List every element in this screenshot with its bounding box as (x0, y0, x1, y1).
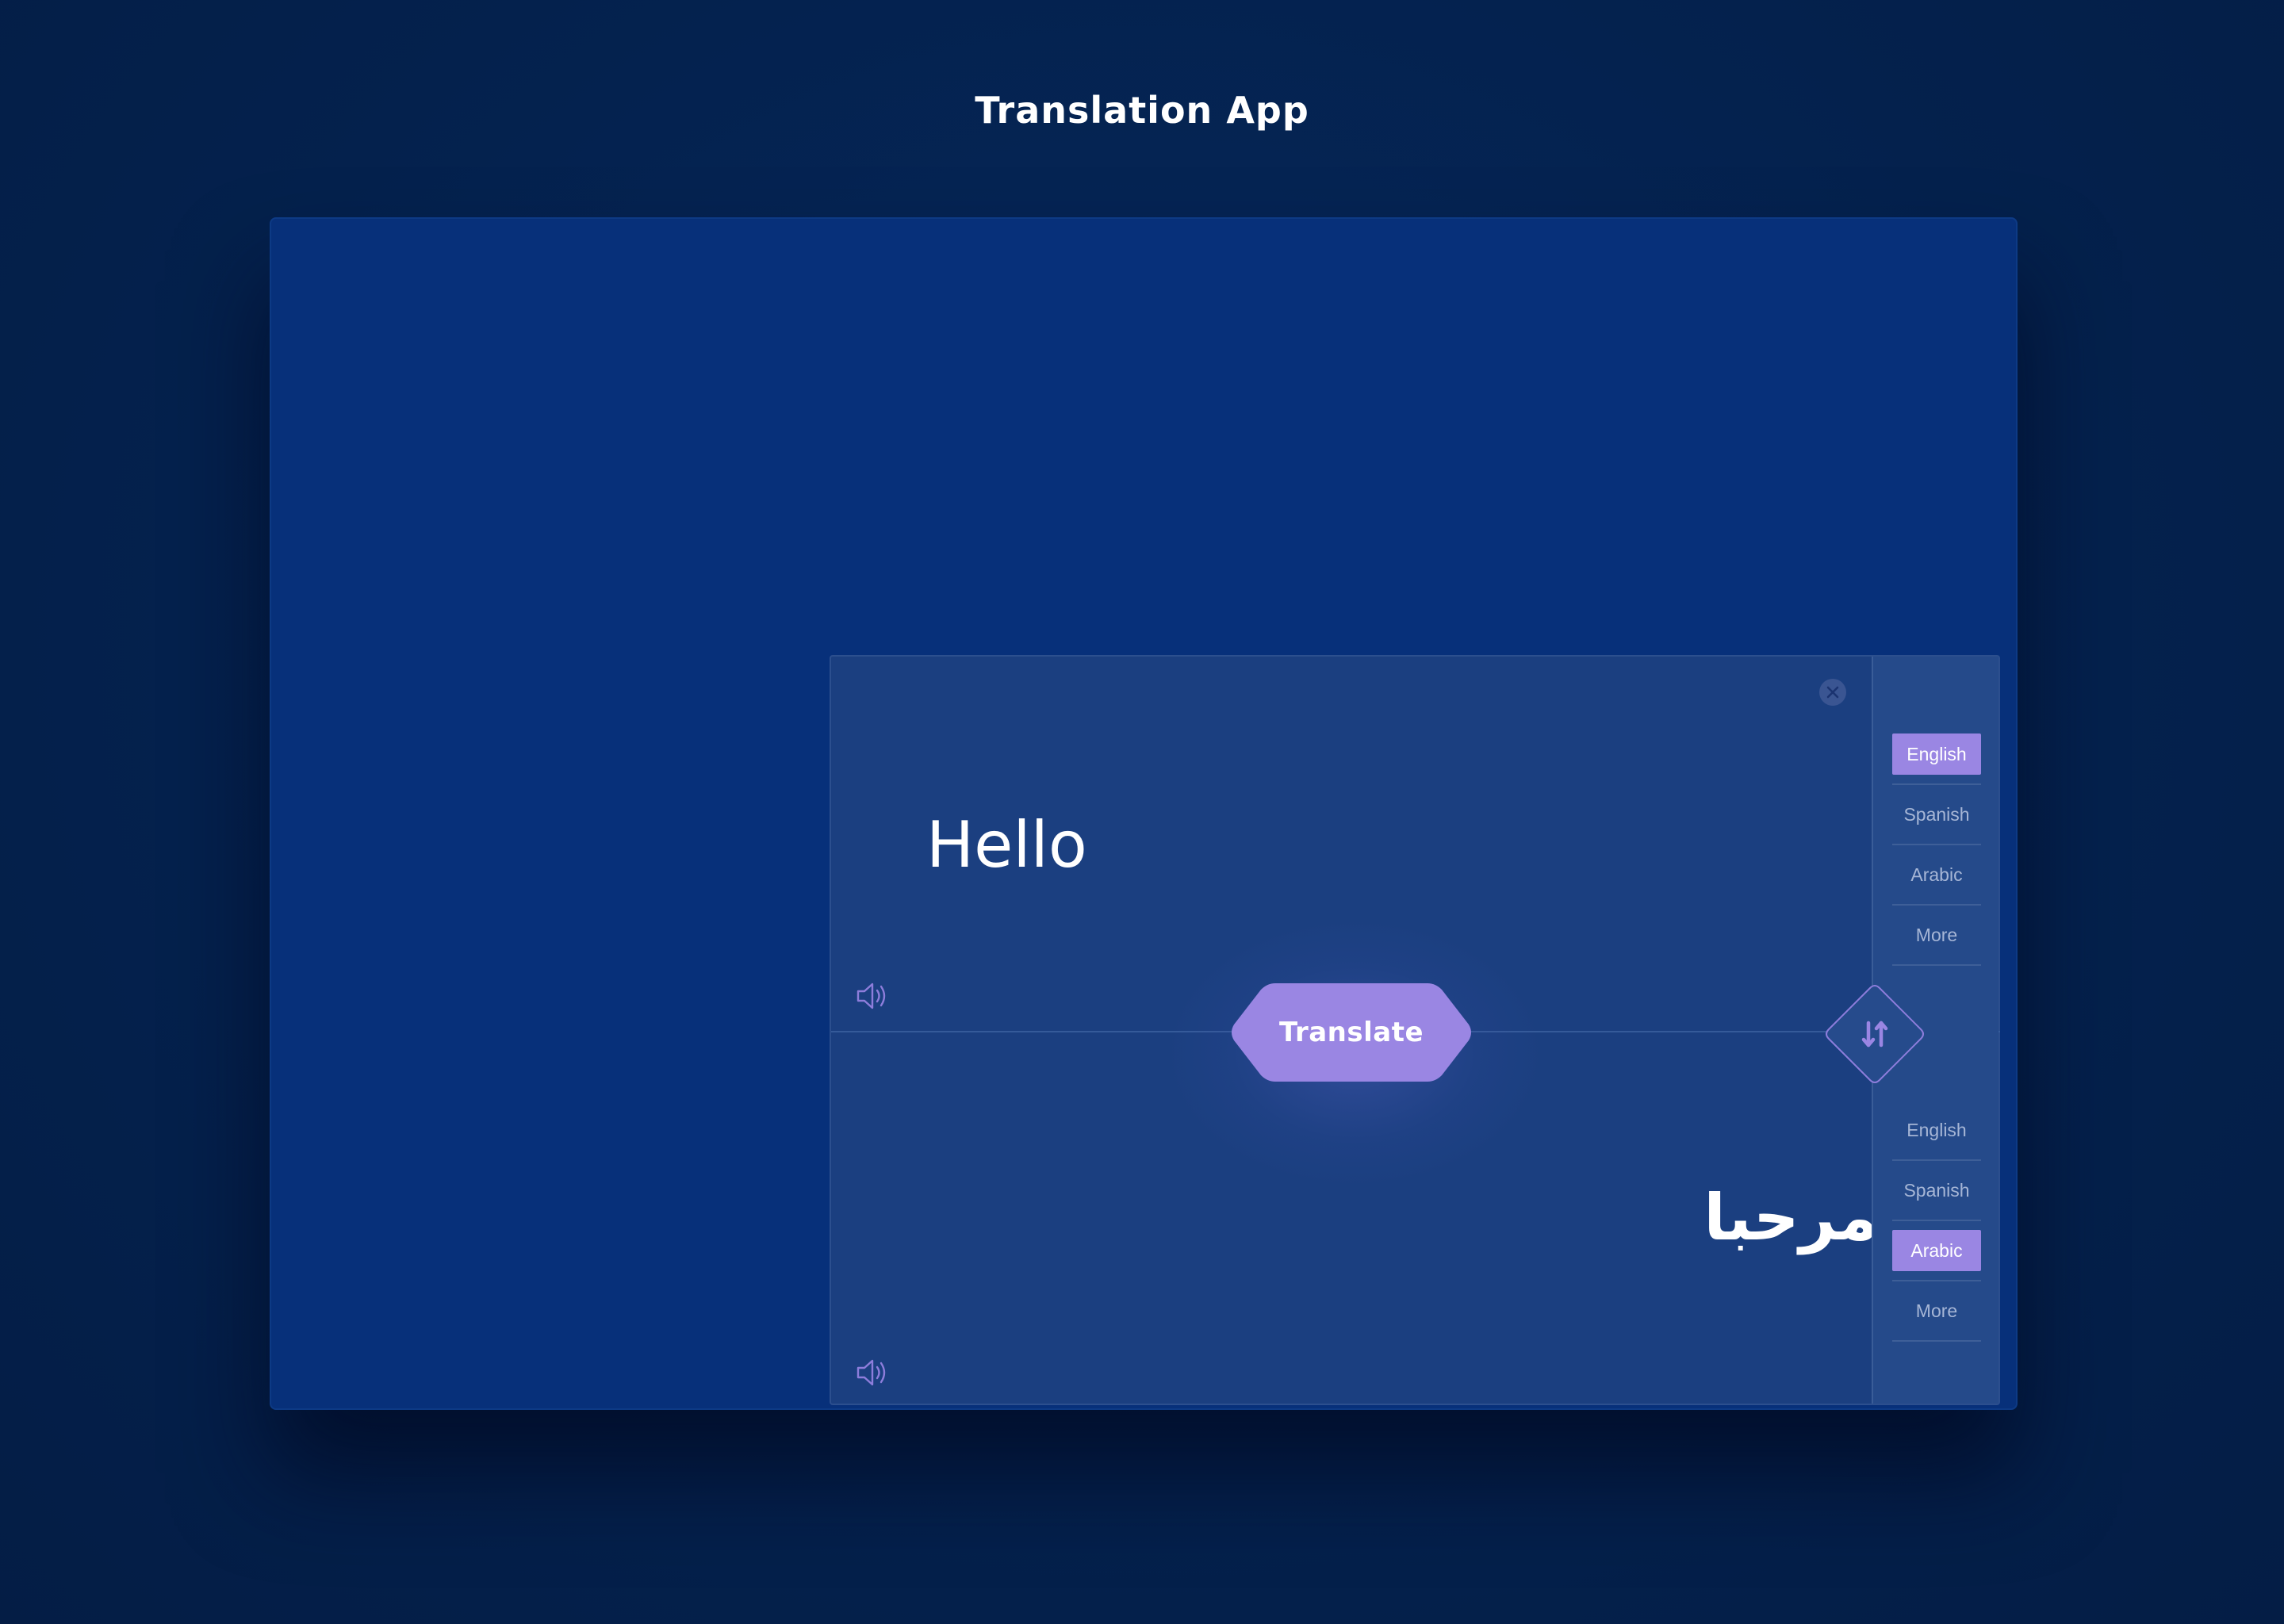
target-language-english[interactable]: English (1892, 1101, 1981, 1161)
page-title: Translation App (975, 89, 1309, 132)
language-label: More (1915, 1300, 1958, 1321)
page: Translation App Hello Translate مرحبا En… (0, 0, 2284, 1624)
target-language-spanish[interactable]: Spanish (1892, 1161, 1981, 1221)
source-language-more[interactable]: More (1892, 906, 1981, 966)
language-label: Spanish (1903, 803, 1970, 825)
translation-card: Hello Translate مرحبا English Spanish Ar… (830, 655, 2000, 1405)
source-language-arabic[interactable]: Arabic (1892, 845, 1981, 906)
app-stage: Hello Translate مرحبا English Spanish Ar… (270, 217, 2018, 1410)
language-label: English (1907, 1119, 1967, 1140)
target-speaker-button[interactable] (855, 1357, 890, 1388)
target-language-list: English Spanish Arabic More (1892, 1101, 1981, 1342)
source-text[interactable]: Hello (926, 814, 1087, 877)
source-speaker-button[interactable] (855, 980, 890, 1012)
language-label: More (1915, 924, 1958, 945)
speaker-icon (856, 982, 886, 1009)
source-language-list: English Spanish Arabic More (1892, 725, 1981, 966)
swap-vertical-icon (1826, 985, 1924, 1083)
source-language-english[interactable]: English (1892, 725, 1981, 785)
translate-button[interactable]: Translate (1228, 982, 1475, 1083)
target-text[interactable]: مرحبا (1624, 1186, 1878, 1250)
language-label: Spanish (1903, 1179, 1970, 1201)
language-label: Arabic (1910, 864, 1963, 885)
swap-languages-button[interactable] (1824, 983, 1926, 1085)
close-icon (1826, 686, 1839, 699)
target-language-arabic[interactable]: Arabic (1892, 1221, 1981, 1281)
source-language-spanish[interactable]: Spanish (1892, 785, 1981, 845)
language-label: English (1892, 733, 1981, 775)
speaker-icon (856, 1359, 886, 1386)
target-language-more[interactable]: More (1892, 1281, 1981, 1342)
translate-button-label: Translate (1278, 1017, 1424, 1048)
language-label: Arabic (1892, 1230, 1981, 1271)
close-button[interactable] (1819, 679, 1846, 706)
